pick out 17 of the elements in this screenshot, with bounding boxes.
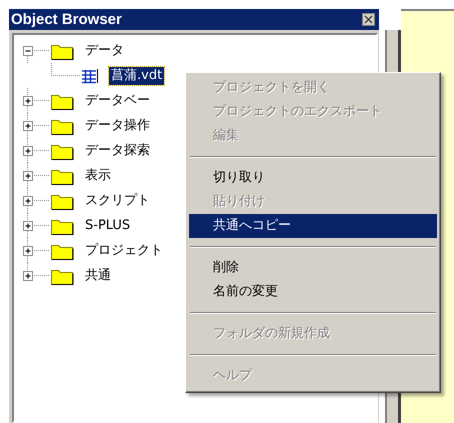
tree-item[interactable]: スクリプト	[83, 192, 152, 210]
panel-title: Object Browser	[11, 11, 122, 28]
tree-item[interactable]: データ探索	[83, 142, 152, 160]
tree-item[interactable]: プロジェクト	[83, 242, 165, 260]
menu-item[interactable]: 削除	[189, 256, 437, 280]
close-icon[interactable]	[362, 13, 375, 26]
tree-item[interactable]: データ	[83, 42, 126, 60]
tree-item[interactable]: データ操作	[83, 116, 152, 134]
tree-item[interactable]: S-PLUS	[83, 216, 132, 234]
menu-item[interactable]: 共通へコピー	[189, 214, 437, 238]
connector-line	[50, 63, 80, 76]
tree-item[interactable]: 菖蒲.vdt	[109, 66, 164, 84]
tree-item[interactable]: データベー	[83, 92, 152, 110]
menu-item[interactable]: 切り取り	[189, 166, 437, 190]
tree-item[interactable]: 共通	[83, 266, 113, 284]
tree-item[interactable]: 表示	[83, 166, 113, 184]
menu-item[interactable]: 名前の変更	[189, 280, 437, 304]
